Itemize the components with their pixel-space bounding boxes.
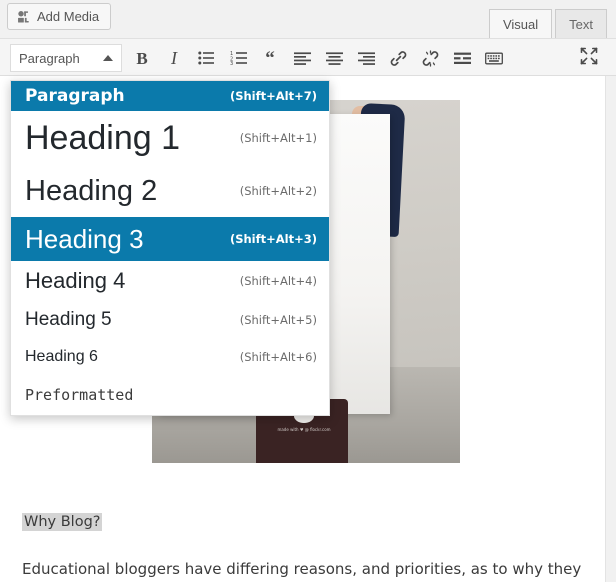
align-right-button[interactable] bbox=[350, 43, 382, 73]
image-watermark: made with ♥ @ flockr.com bbox=[264, 427, 344, 432]
svg-text:3: 3 bbox=[230, 61, 233, 65]
blockquote-button[interactable]: “ bbox=[254, 43, 286, 73]
bulleted-list-button[interactable] bbox=[190, 43, 222, 73]
keyboard-icon bbox=[485, 52, 503, 65]
remove-link-button[interactable] bbox=[414, 43, 446, 73]
numbered-list-icon: 1 2 3 bbox=[230, 51, 247, 65]
read-more-button[interactable] bbox=[446, 43, 478, 73]
format-option-heading-4[interactable]: Heading 4 (Shift+Alt+4) bbox=[11, 261, 329, 301]
align-center-icon bbox=[326, 52, 343, 65]
tab-visual[interactable]: Visual bbox=[489, 9, 552, 38]
align-left-button[interactable] bbox=[286, 43, 318, 73]
format-option-paragraph[interactable]: Paragraph (Shift+Alt+7) bbox=[11, 81, 329, 111]
editor-topbar: Add Media Visual Text bbox=[0, 0, 616, 38]
format-option-preformatted-label: Preformatted bbox=[25, 386, 133, 404]
format-option-paragraph-label: Paragraph bbox=[25, 86, 125, 106]
blockquote-icon: “ bbox=[265, 49, 275, 68]
tab-text-label: Text bbox=[569, 17, 593, 32]
format-option-heading-1-shortcut: (Shift+Alt+1) bbox=[240, 131, 317, 145]
format-option-heading-3-label: Heading 3 bbox=[25, 224, 144, 255]
tab-text[interactable]: Text bbox=[555, 9, 607, 38]
format-option-heading-6-label: Heading 6 bbox=[25, 348, 98, 366]
align-center-button[interactable] bbox=[318, 43, 350, 73]
format-option-heading-6[interactable]: Heading 6 (Shift+Alt+6) bbox=[11, 339, 329, 375]
insert-link-button[interactable] bbox=[382, 43, 414, 73]
format-option-heading-3-shortcut: (Shift+Alt+3) bbox=[230, 232, 317, 246]
paragraph-style-select[interactable]: Paragraph bbox=[10, 44, 122, 72]
bulleted-list-icon bbox=[198, 51, 214, 65]
toolbar-button-group: B I 1 2 3 bbox=[126, 39, 510, 77]
format-option-heading-2-label: Heading 2 bbox=[25, 175, 157, 208]
format-option-preformatted[interactable]: Preformatted bbox=[11, 375, 329, 415]
tab-visual-label: Visual bbox=[503, 17, 538, 32]
format-option-heading-6-shortcut: (Shift+Alt+6) bbox=[240, 350, 317, 364]
format-option-heading-4-label: Heading 4 bbox=[25, 268, 125, 294]
bold-icon: B bbox=[136, 50, 147, 67]
chevron-up-icon bbox=[103, 55, 113, 61]
format-option-heading-3[interactable]: Heading 3 (Shift+Alt+3) bbox=[11, 217, 329, 261]
add-media-label: Add Media bbox=[37, 10, 99, 23]
selected-heading-text[interactable]: Why Blog? bbox=[22, 513, 102, 531]
broken-link-icon bbox=[422, 50, 439, 67]
format-option-heading-2[interactable]: Heading 2 (Shift+Alt+2) bbox=[11, 165, 329, 217]
numbered-list-button[interactable]: 1 2 3 bbox=[222, 43, 254, 73]
align-right-icon bbox=[358, 52, 375, 65]
format-option-heading-1-label: Heading 1 bbox=[25, 119, 180, 158]
add-media-button[interactable]: Add Media bbox=[7, 3, 111, 30]
format-option-heading-4-shortcut: (Shift+Alt+4) bbox=[240, 274, 317, 288]
format-option-heading-5[interactable]: Heading 5 (Shift+Alt+5) bbox=[11, 301, 329, 339]
format-dropdown-menu: Paragraph (Shift+Alt+7) Heading 1 (Shift… bbox=[10, 80, 330, 416]
paragraph-style-value: Paragraph bbox=[19, 51, 103, 66]
italic-button[interactable]: I bbox=[158, 43, 190, 73]
format-option-heading-5-shortcut: (Shift+Alt+5) bbox=[240, 313, 317, 327]
editor-right-gutter bbox=[605, 76, 616, 582]
fullscreen-icon bbox=[580, 47, 598, 70]
align-left-icon bbox=[294, 52, 311, 65]
format-option-heading-5-label: Heading 5 bbox=[25, 309, 112, 331]
body-paragraph[interactable]: Educational bloggers have differing reas… bbox=[22, 558, 582, 581]
read-more-icon bbox=[454, 52, 471, 65]
editor-mode-tabs: Visual Text bbox=[489, 9, 607, 38]
fullscreen-button[interactable] bbox=[574, 43, 604, 73]
format-option-paragraph-shortcut: (Shift+Alt+7) bbox=[230, 89, 317, 103]
bold-button[interactable]: B bbox=[126, 43, 158, 73]
format-option-heading-1[interactable]: Heading 1 (Shift+Alt+1) bbox=[11, 111, 329, 165]
editor-toolbar: Paragraph B I 1 bbox=[0, 38, 616, 76]
media-icon bbox=[17, 10, 31, 24]
link-icon bbox=[390, 50, 407, 67]
keyboard-shortcuts-button[interactable] bbox=[478, 43, 510, 73]
italic-icon: I bbox=[171, 49, 177, 67]
format-option-heading-2-shortcut: (Shift+Alt+2) bbox=[240, 184, 317, 198]
wordpress-editor: Add Media Visual Text Paragraph B I bbox=[0, 0, 616, 582]
